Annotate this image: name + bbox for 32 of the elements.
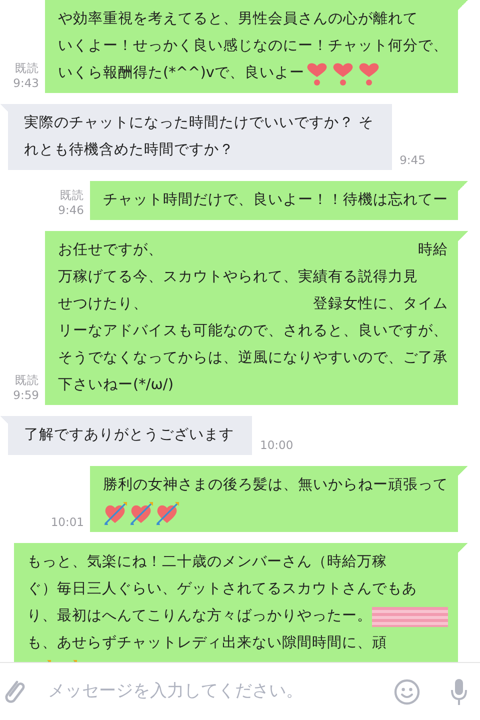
message-text: 了解ですありがとうございます xyxy=(24,426,234,445)
message-text: も、あせらずチャットレディ出来ない隙間時間に、頑 xyxy=(27,634,387,653)
message-text: もっと、気楽にね！二十歳のメンバーさん（時給万稼 xyxy=(27,553,387,572)
message-text: せつけたり、 xyxy=(58,295,148,314)
read-receipt: 既読 xyxy=(59,188,84,203)
message-time: 9:45 xyxy=(400,153,426,168)
message-text: 実際のチャットになった時間たけでいいですか？ そ xyxy=(24,114,374,133)
message-text: 登録女性に、タイム xyxy=(313,295,448,314)
emoji-icon[interactable] xyxy=(394,678,420,704)
message-text: 勝利の女神さまの後ろ髪は、無いからねー頑張って xyxy=(103,476,448,495)
read-receipt: 既読 xyxy=(14,61,39,76)
message-text: リーなアドバイスも可能なので、されると、良いですが、 xyxy=(58,322,448,341)
message-time: 9:43 xyxy=(13,76,39,91)
message-time: 9:59 xyxy=(13,388,39,403)
message-text: チャット時間だけで、良いよー！！待機は忘れてー xyxy=(103,190,448,210)
message-text: お任せですが、 xyxy=(58,241,163,260)
microphone-icon[interactable] xyxy=(450,678,468,706)
read-receipt: 既読 xyxy=(14,373,39,388)
message-text: 万稼げてる今、スカウトやられて、実績有る説得力見 xyxy=(58,268,418,287)
message-time: 10:00 xyxy=(260,438,294,453)
message-text: 時給 xyxy=(418,241,448,260)
message-text: いくよー！せっかく良い感じなのにー！チャット何分で、 xyxy=(58,36,448,56)
message-time: 10:01 xyxy=(50,515,84,530)
message-text: ぐ）毎日三人ぐらい、ゲットされてるスカウトさんでもあ xyxy=(27,580,417,599)
message-text: や効率重視を考えてると、男性会員さんの心が離れて xyxy=(58,10,418,29)
message-text: そうでなくなってからは、逆風になりやすいので、ご了承 xyxy=(58,349,448,368)
message-text: 下さいねー(*/ω/) xyxy=(58,376,174,395)
message-input[interactable]: メッセージを入力してください。 xyxy=(34,678,386,704)
message-text: り、最初はへんてこりんな方々ばっかりやったー。 xyxy=(27,606,372,626)
message-text: いくら報酬得た(*^^)vで、良いよー xyxy=(58,64,304,83)
message-text: れとも待機含めた時間ですか？ xyxy=(24,141,234,160)
message-time: 9:46 xyxy=(58,203,84,218)
